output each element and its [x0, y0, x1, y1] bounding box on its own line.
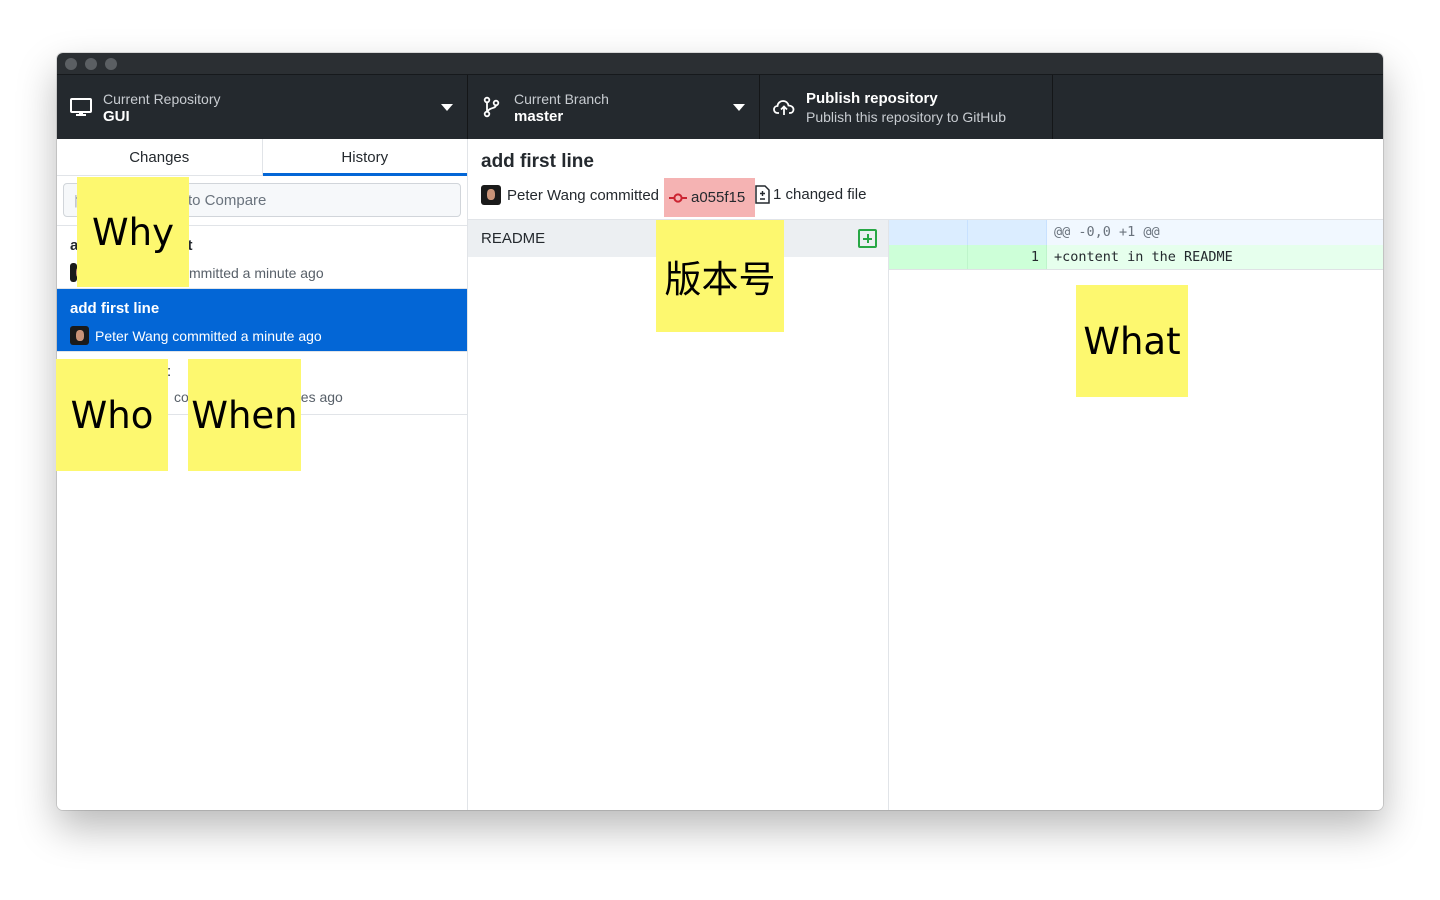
- avatar: [70, 263, 77, 282]
- git-commit-icon: [669, 192, 687, 203]
- file-diff-icon: [755, 185, 770, 204]
- avatar: [481, 185, 501, 205]
- current-branch-label: Current Branch: [514, 91, 609, 107]
- tab-history[interactable]: History: [262, 139, 468, 176]
- current-repository-dropdown[interactable]: Current Repository GUI: [57, 75, 468, 139]
- desktop-icon: [70, 98, 92, 116]
- current-repository-label: Current Repository: [103, 91, 221, 107]
- commit-list-item-selected[interactable]: add first line Peter Wang committed a mi…: [57, 289, 467, 352]
- commit-title: add first line: [481, 151, 594, 172]
- commit-detail-pane: add first line Peter Wang committed a055…: [468, 139, 1383, 810]
- publish-subtitle: Publish this repository to GitHub: [806, 109, 1006, 125]
- sticky-note-what: What: [1076, 285, 1188, 397]
- current-branch-dropdown[interactable]: Current Branch master: [468, 75, 760, 139]
- commit-summary: add first line: [70, 300, 160, 317]
- diff-line-added[interactable]: 1 +content in the README: [889, 245, 1383, 270]
- sidebar-tabs: Changes History: [57, 139, 467, 176]
- tab-changes[interactable]: Changes: [57, 139, 263, 175]
- publish-title: Publish repository: [806, 90, 938, 107]
- close-window-button[interactable]: [65, 58, 77, 70]
- old-line-number: [889, 220, 968, 245]
- file-added-icon: [858, 229, 877, 248]
- git-branch-icon: [483, 96, 500, 118]
- zoom-window-button[interactable]: [105, 58, 117, 70]
- commit-author-meta: Peter Wang committed: [481, 185, 659, 205]
- cloud-upload-icon: [773, 100, 795, 115]
- commit-header: add first line Peter Wang committed a055…: [468, 139, 1383, 220]
- commit-meta: Peter Wang committed a minute ago: [70, 326, 454, 345]
- title-bar: [57, 53, 1383, 74]
- changed-files-text: 1 changed file: [773, 186, 867, 203]
- new-line-number: 1: [968, 245, 1047, 269]
- commit-meta-text: mmitted a minute ago: [189, 264, 324, 281]
- file-name: README: [481, 230, 546, 247]
- commit-author-text: Peter Wang committed: [507, 186, 659, 204]
- diff-line-content: +content in the README: [1054, 249, 1233, 265]
- current-repository-value: GUI: [103, 108, 130, 125]
- commit-meta-text: Peter Wang committed a minute ago: [95, 327, 322, 344]
- sticky-note-version: 版本号: [656, 220, 784, 332]
- commit-meta-right: es ago: [300, 389, 343, 405]
- avatar: [70, 326, 89, 345]
- commit-sha[interactable]: a055f15: [664, 178, 755, 217]
- sticky-note-when: When: [188, 359, 301, 471]
- changed-files-count: 1 changed file: [755, 185, 866, 204]
- publish-repository-button[interactable]: Publish repository Publish this reposito…: [760, 75, 1053, 139]
- old-line-number: [889, 245, 968, 269]
- diff-hunk-header: @@ -0,0 +1 @@: [889, 220, 1383, 245]
- sticky-note-why: Why: [77, 177, 189, 287]
- caret-down-icon: [733, 104, 745, 111]
- caret-down-icon: [441, 104, 453, 111]
- minimize-window-button[interactable]: [85, 58, 97, 70]
- new-line-number: [968, 220, 1047, 245]
- hunk-header-text: @@ -0,0 +1 @@: [1054, 224, 1160, 240]
- commit-sha-text: a055f15: [691, 189, 746, 206]
- toolbar: Current Repository GUI Current Branch ma…: [57, 74, 1383, 139]
- sticky-note-who: Who: [56, 359, 168, 471]
- commit-meta-left: co: [174, 389, 189, 405]
- current-branch-value: master: [514, 108, 564, 125]
- compare-placeholder: to Compare: [188, 192, 267, 209]
